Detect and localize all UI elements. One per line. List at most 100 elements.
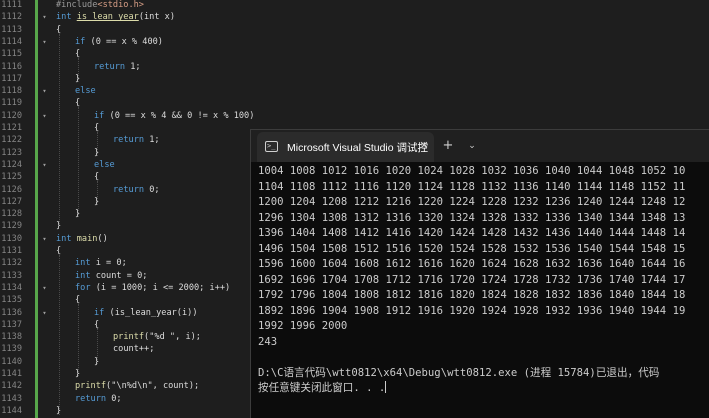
code-line: {	[75, 295, 81, 306]
code-line: return 0;	[75, 393, 122, 404]
line-number-gutter: 1111 1112 1113 1114 1115 1116 1117 1118 …	[0, 0, 40, 418]
line-number: 1142	[1, 381, 22, 392]
line-number: 1143	[1, 393, 22, 404]
console-titlebar[interactable]: >_ Microsoft Visual Studio 调试控 ✕ + ⌄	[251, 130, 709, 162]
line-number: 1112	[1, 12, 22, 23]
code-line: else	[94, 159, 115, 170]
line-number: 1123	[1, 147, 22, 158]
line-number: 1119	[1, 98, 22, 109]
line-number: 1127	[1, 196, 22, 207]
code-line: int main()	[56, 233, 108, 244]
code-line: printf("%d ", i);	[113, 332, 201, 343]
code-line: }	[56, 221, 62, 232]
code-line: count++;	[113, 344, 155, 355]
code-line: if (is_lean_year(i))	[94, 307, 198, 318]
output-line: 1792 1796 1804 1808 1812 1816 1820 1824 …	[258, 289, 686, 301]
code-line: return 0;	[113, 184, 160, 195]
code-line: #include<stdio.h>	[56, 0, 144, 10]
line-number: 1114	[1, 36, 22, 47]
line-number: 1126	[1, 184, 22, 195]
output-line: 1496 1504 1508 1512 1516 1520 1524 1528 …	[258, 242, 686, 255]
change-indicator-bar	[35, 0, 38, 418]
code-line: }	[75, 369, 81, 379]
output-line: 1296 1304 1308 1312 1316 1320 1324 1328 …	[258, 211, 686, 224]
fold-toggle-icon[interactable]: ▾	[40, 11, 49, 23]
line-number: 1124	[1, 159, 22, 170]
output-line: 1596 1600 1604 1608 1612 1616 1620 1624 …	[258, 258, 686, 270]
line-number: 1144	[1, 405, 22, 416]
output-line: 243	[258, 335, 278, 348]
line-number: 1134	[1, 282, 22, 293]
line-number: 1140	[1, 356, 22, 367]
output-line: 按任意键关闭此窗口. . .	[258, 382, 386, 394]
line-number: 1137	[1, 319, 22, 330]
line-number: 1133	[1, 270, 22, 281]
console-tab-title: Microsoft Visual Studio 调试控	[287, 142, 429, 154]
line-number: 1130	[1, 233, 22, 244]
code-line: {	[75, 98, 81, 109]
code-line: int count = 0;	[75, 270, 148, 281]
line-number: 1120	[1, 110, 22, 121]
line-number: 1141	[1, 369, 22, 379]
new-tab-button[interactable]: +	[441, 138, 455, 154]
fold-toggle-icon[interactable]: ▾	[40, 36, 49, 48]
line-number: 1115	[1, 49, 22, 60]
code-line: printf("\n%d\n", count);	[75, 381, 200, 392]
indent-guide	[59, 255, 60, 415]
output-line: D:\C语言代码\wtt0812\x64\Debug\wtt0812.exe (…	[258, 366, 660, 379]
output-line: 1692 1696 1704 1708 1712 1716 1720 1724 …	[258, 273, 686, 286]
line-number: 1116	[1, 61, 22, 72]
code-line: {	[94, 319, 100, 330]
fold-toggle-icon[interactable]: ▾	[40, 233, 49, 245]
code-line: }	[75, 209, 81, 220]
code-line: if (0 == x % 400)	[75, 36, 163, 47]
fold-toggle-icon[interactable]: ▾	[40, 282, 49, 294]
indent-guide	[59, 34, 60, 224]
indent-guide	[78, 107, 79, 217]
line-number: 1113	[1, 24, 22, 35]
output-line: 1396 1404 1408 1412 1416 1420 1424 1428 …	[258, 227, 686, 239]
code-line: if (0 == x % 4 && 0 != x % 100)	[94, 110, 255, 121]
line-number: 1129	[1, 221, 22, 232]
output-line: 1004 1008 1012 1016 1020 1024 1028 1032 …	[258, 165, 686, 177]
line-number: 1111	[1, 0, 22, 10]
line-number: 1121	[1, 123, 22, 133]
terminal-icon: >_	[265, 141, 278, 152]
code-line: }	[56, 405, 62, 416]
close-icon[interactable]: ✕	[417, 138, 431, 154]
line-number: 1118	[1, 86, 22, 97]
code-line: {	[94, 123, 100, 133]
text-cursor	[385, 381, 387, 393]
code-line: }	[75, 73, 81, 84]
line-number: 1136	[1, 307, 22, 318]
code-line: {	[94, 172, 100, 183]
code-line: }	[94, 356, 100, 367]
code-line: }	[94, 147, 100, 158]
code-line: return 1;	[113, 135, 160, 146]
code-line: for (i = 1000; i <= 2000; i++)	[75, 282, 231, 293]
fold-toggle-icon[interactable]: ▾	[40, 159, 49, 171]
fold-toggle-icon[interactable]: ▾	[40, 307, 49, 319]
fold-toggle-icon[interactable]: ▾	[40, 85, 49, 97]
code-line: {	[56, 24, 62, 35]
code-line: int is_lean_year(int x)	[56, 12, 176, 23]
line-number: 1138	[1, 332, 22, 343]
line-number: 1135	[1, 295, 22, 306]
code-line: }	[94, 196, 100, 207]
indent-guide	[78, 304, 79, 376]
debug-console-window[interactable]: >_ Microsoft Visual Studio 调试控 ✕ + ⌄ 100…	[250, 129, 709, 418]
console-tab[interactable]: >_ Microsoft Visual Studio 调试控 ✕	[257, 132, 434, 162]
code-line: return 1;	[94, 61, 141, 72]
output-line: 1992 1996 2000	[258, 320, 348, 332]
line-number: 1139	[1, 344, 22, 355]
code-line: {	[75, 49, 81, 60]
line-number: 1125	[1, 172, 22, 183]
chevron-down-icon[interactable]: ⌄	[465, 138, 479, 154]
line-number: 1131	[1, 246, 22, 256]
code-line: {	[56, 246, 62, 256]
line-number: 1122	[1, 135, 22, 146]
code-line: int i = 0;	[75, 258, 127, 269]
fold-toggle-icon[interactable]: ▾	[40, 110, 49, 122]
code-line: else	[75, 86, 96, 97]
output-line: 1104 1108 1112 1116 1120 1124 1128 1132 …	[258, 180, 686, 193]
